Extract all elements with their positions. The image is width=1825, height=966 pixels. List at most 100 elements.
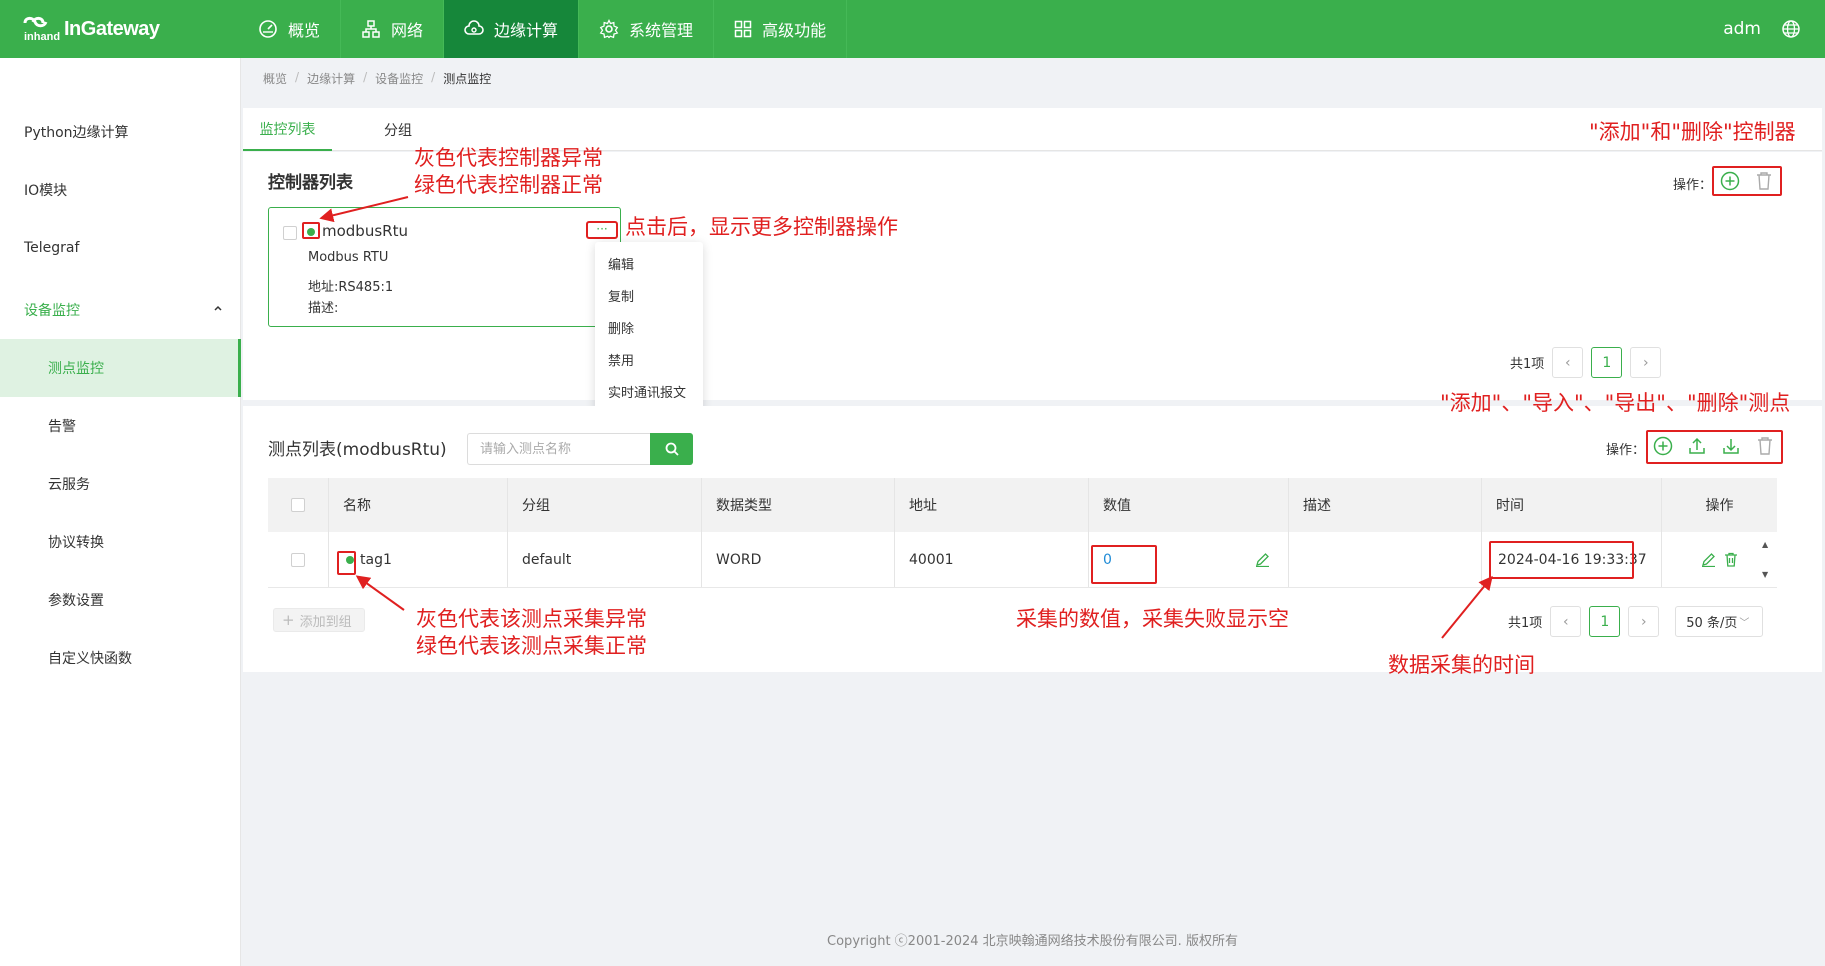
controller-status-highlight xyxy=(302,222,320,239)
group-cell: default xyxy=(508,532,702,587)
prev-page-button[interactable]: ‹ xyxy=(1550,606,1582,637)
controller-address: 地址:RS485:1 xyxy=(308,280,394,295)
menu-item-realtime-log[interactable]: 实时通讯报文 xyxy=(608,382,686,401)
dashboard-icon xyxy=(259,20,277,38)
sidebar-item-params[interactable]: 参数设置 xyxy=(0,571,241,629)
sidebar-item-quick-func[interactable]: 自定义快函数 xyxy=(0,629,241,687)
annotation-more-ops: 点击后，显示更多控制器操作 xyxy=(625,215,898,239)
sidebar-item-device-monitor[interactable]: 设备监控 xyxy=(0,281,241,339)
inhand-logo-icon: inhand xyxy=(22,14,60,44)
address-cell: 40001 xyxy=(895,532,1089,587)
scroll-up-icon[interactable]: ▲ xyxy=(1762,540,1768,549)
sidebar-item-label: Python边缘计算 xyxy=(24,125,129,141)
add-to-group-label: 添加到组 xyxy=(299,614,352,630)
edit-value-icon[interactable] xyxy=(1255,552,1270,567)
point-search xyxy=(467,433,693,465)
controller-checkbox[interactable] xyxy=(283,226,297,240)
points-list-title: 测点列表(modbusRtu) xyxy=(268,440,447,460)
sidebar-item-label: Telegraf xyxy=(24,240,80,256)
column-header[interactable]: 名称 xyxy=(329,478,508,532)
column-header[interactable]: 数值 xyxy=(1089,478,1289,532)
breadcrumb-item[interactable]: 边缘计算 xyxy=(307,70,355,87)
sidebar-item-label: 协议转换 xyxy=(48,535,104,551)
sidebar-item-python[interactable]: Python边缘计算 xyxy=(0,103,241,161)
column-header[interactable]: 地址 xyxy=(895,478,1089,532)
nav-overview[interactable]: 概览 xyxy=(238,0,342,58)
next-page-button[interactable]: › xyxy=(1630,347,1662,378)
gear-icon xyxy=(599,19,619,39)
globe-icon[interactable] xyxy=(1781,19,1801,39)
grid-icon xyxy=(734,20,752,38)
nav-overview-label: 概览 xyxy=(288,21,321,40)
nav-system-label: 系统管理 xyxy=(629,21,694,40)
sidebar-item-cloud[interactable]: 云服务 xyxy=(0,455,241,513)
nav-advanced[interactable]: 高级功能 xyxy=(714,0,848,58)
time-highlight xyxy=(1489,541,1634,579)
network-icon xyxy=(362,20,380,38)
controller-more-button[interactable]: ··· xyxy=(586,221,618,239)
nav-edge-computing[interactable]: 边缘计算 xyxy=(444,0,580,58)
menu-item-disable[interactable]: 禁用 xyxy=(608,350,634,369)
point-name: tag1 xyxy=(360,551,392,568)
add-to-group-button[interactable]: + 添加到组 xyxy=(273,608,365,632)
menu-item-delete[interactable]: 删除 xyxy=(608,318,634,337)
point-status-highlight xyxy=(337,551,356,575)
nav-system[interactable]: 系统管理 xyxy=(579,0,715,58)
trash-icon[interactable] xyxy=(1724,552,1738,567)
sidebar-item-telegraf[interactable]: Telegraf xyxy=(0,219,241,277)
chevron-down-icon: ﹀ xyxy=(1739,618,1750,629)
tab-label: 监控列表 xyxy=(259,121,316,138)
point-ops-label: 操作： xyxy=(1606,443,1646,458)
nav-edge-computing-label: 边缘计算 xyxy=(494,21,559,40)
breadcrumb-item[interactable]: 设备监控 xyxy=(375,70,423,87)
annotation-add-delete-ctrl: "添加"和"删除"控制器 xyxy=(1589,120,1796,144)
sidebar-item-label: 设备监控 xyxy=(24,303,80,319)
user-area: adm xyxy=(1723,0,1801,58)
tab-monitor-list[interactable]: 监控列表 xyxy=(243,108,332,151)
sidebar-item-alarm[interactable]: 告警 xyxy=(0,397,241,455)
brand-logo[interactable]: inhand InGateway xyxy=(22,14,160,44)
controller-name: modbusRtu xyxy=(322,222,408,240)
sidebar-item-point-monitor[interactable]: 测点监控 xyxy=(0,339,241,397)
column-header[interactable]: 分组 xyxy=(508,478,702,532)
brand-name: InGateway xyxy=(64,17,160,40)
nav-network[interactable]: 网络 xyxy=(341,0,445,58)
page-size-select[interactable]: 50 条/页 ﹀ xyxy=(1675,606,1764,637)
annotation-point-status-1: 灰色代表该测点采集异常 xyxy=(416,607,647,631)
sidebar-item-protocol[interactable]: 协议转换 xyxy=(0,513,241,571)
breadcrumb: 概览 / 边缘计算 / 设备监控 / 测点监控 xyxy=(263,70,492,87)
nav-advanced-label: 高级功能 xyxy=(762,21,827,40)
edit-icon[interactable] xyxy=(1701,552,1716,567)
table-scrollbar[interactable]: ▲ ▼ xyxy=(1762,540,1776,586)
annotation-ctrl-status-2: 绿色代表控制器正常 xyxy=(414,173,603,197)
page-number-button[interactable]: 1 xyxy=(1591,347,1623,378)
page-number-button[interactable]: 1 xyxy=(1589,606,1621,637)
breadcrumb-item[interactable]: 概览 xyxy=(263,70,287,87)
user-name[interactable]: adm xyxy=(1723,19,1761,39)
copyright-footer: Copyright ⓒ2001-2024 北京映翰通网络技术股份有限公司. 版权… xyxy=(827,934,1238,949)
scroll-down-icon[interactable]: ▼ xyxy=(1762,570,1768,579)
controller-actions-menu: 编辑 复制 删除 禁用 实时通讯报文 xyxy=(595,242,703,412)
row-checkbox[interactable] xyxy=(291,552,305,567)
sidebar-item-label: 参数设置 xyxy=(48,593,104,609)
menu-item-edit[interactable]: 编辑 xyxy=(608,254,634,273)
sidebar-item-io[interactable]: IO模块 xyxy=(0,161,241,219)
sidebar-item-label: 告警 xyxy=(48,419,76,435)
points-pagination: 共1项 ‹ 1 › 50 条/页 ﹀ xyxy=(1508,606,1764,637)
controller-card[interactable]: modbusRtu Modbus RTU 地址:RS485:1 描述: xyxy=(268,207,621,327)
header-checkbox-cell xyxy=(268,478,329,532)
point-search-input[interactable] xyxy=(467,433,650,465)
chevron-up-icon xyxy=(214,305,222,311)
menu-item-copy[interactable]: 复制 xyxy=(608,286,634,305)
search-button[interactable] xyxy=(650,433,693,465)
page-size-value: 50 条/页 xyxy=(1686,616,1738,631)
column-header[interactable]: 数据类型 xyxy=(702,478,895,532)
cloud-icon xyxy=(464,20,484,35)
breadcrumb-current: 测点监控 xyxy=(443,72,492,86)
select-all-checkbox[interactable] xyxy=(291,498,305,512)
next-page-button[interactable]: › xyxy=(1628,606,1660,637)
column-header[interactable]: 时间 xyxy=(1482,478,1662,532)
row-checkbox-cell xyxy=(268,532,329,587)
prev-page-button[interactable]: ‹ xyxy=(1552,347,1584,378)
column-header[interactable]: 描述 xyxy=(1289,478,1482,532)
